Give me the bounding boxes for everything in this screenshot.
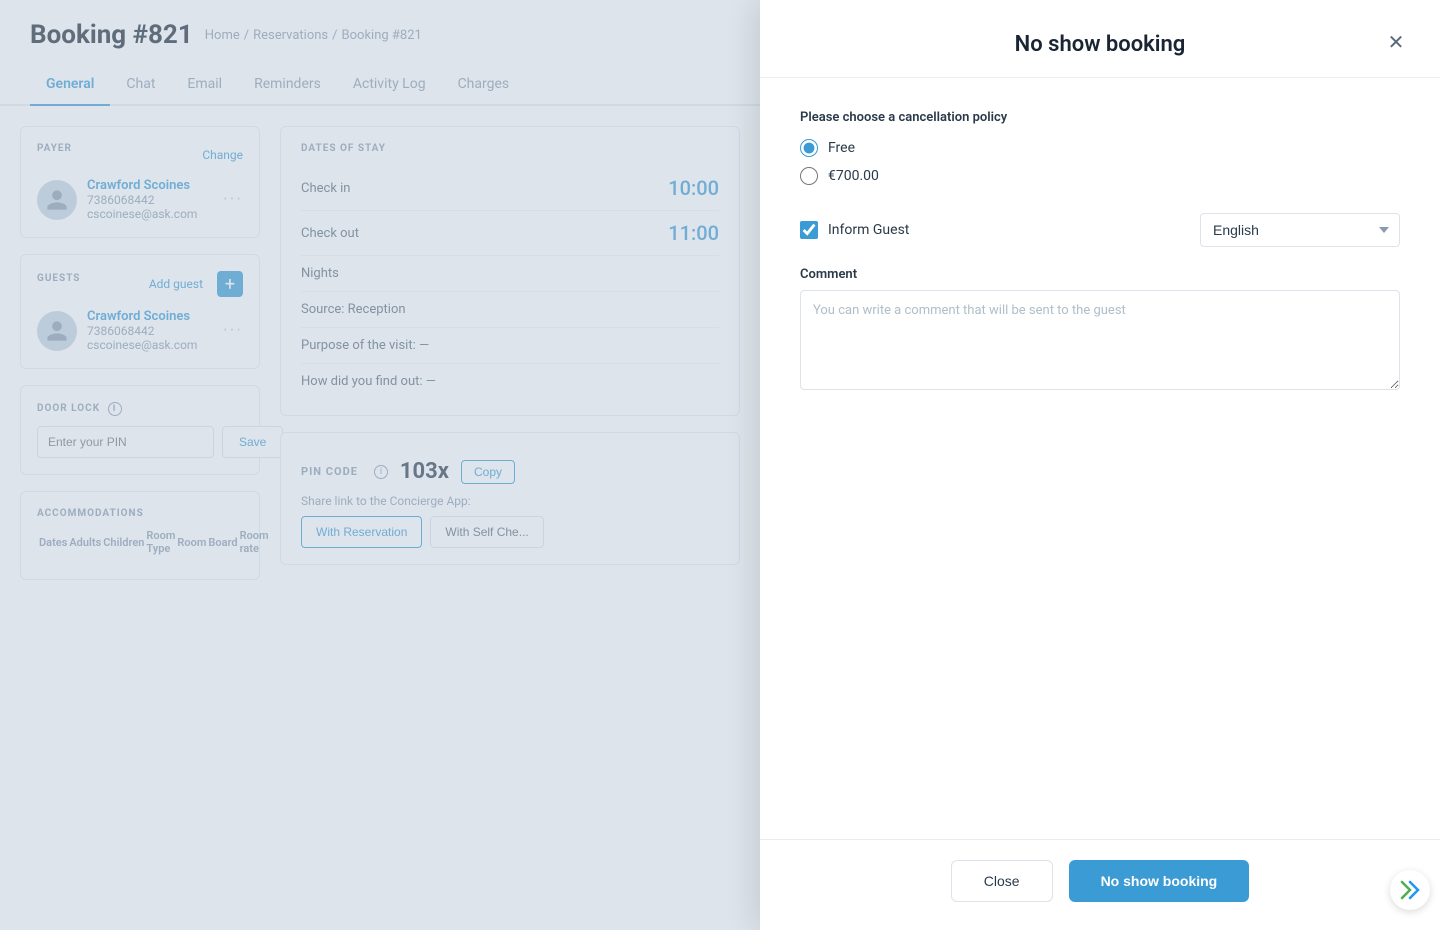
comment-label: Comment bbox=[800, 267, 1400, 282]
policy-paid-label: €700.00 bbox=[828, 168, 879, 184]
policy-free-radio[interactable] bbox=[800, 139, 818, 157]
comment-section: Comment bbox=[800, 267, 1400, 394]
close-modal-button[interactable]: Close bbox=[951, 860, 1053, 902]
modal-header: No show booking ✕ bbox=[760, 0, 1440, 78]
no-show-modal: No show booking ✕ Please choose a cancel… bbox=[760, 0, 1440, 930]
comment-textarea[interactable] bbox=[800, 290, 1400, 390]
policy-title: Please choose a cancellation policy bbox=[800, 110, 1400, 125]
modal-title: No show booking bbox=[1015, 32, 1186, 57]
modal-close-button[interactable]: ✕ bbox=[1382, 28, 1410, 56]
inform-guest-label: Inform Guest bbox=[828, 222, 909, 238]
modal-overlay: No show booking ✕ Please choose a cancel… bbox=[0, 0, 1440, 930]
policy-free-option: Free bbox=[800, 139, 1400, 157]
policy-free-label: Free bbox=[828, 140, 855, 156]
policy-paid-option: €700.00 bbox=[800, 167, 1400, 185]
modal-footer: Close No show booking bbox=[760, 839, 1440, 930]
inform-guest-checkbox[interactable] bbox=[800, 221, 818, 239]
modal-body: Please choose a cancellation policy Free… bbox=[760, 78, 1440, 839]
logo-mark bbox=[1390, 870, 1430, 910]
no-show-booking-button[interactable]: No show booking bbox=[1069, 860, 1250, 902]
policy-section: Please choose a cancellation policy Free… bbox=[800, 110, 1400, 185]
inform-guest-row: Inform Guest English French German Spani… bbox=[800, 213, 1400, 247]
policy-paid-radio[interactable] bbox=[800, 167, 818, 185]
language-select[interactable]: English French German Spanish bbox=[1200, 213, 1400, 247]
